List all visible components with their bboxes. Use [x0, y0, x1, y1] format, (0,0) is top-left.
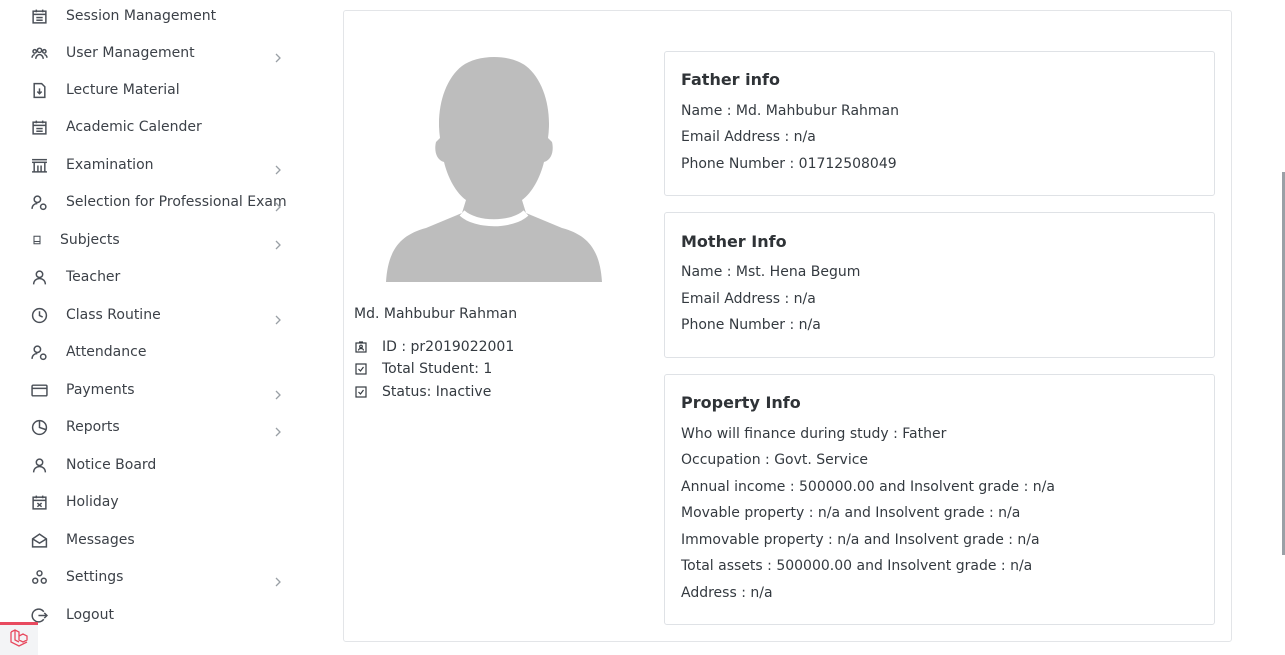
profile-status: Status: Inactive — [382, 384, 492, 400]
profile-total-student-row: Total Student: 1 — [354, 359, 492, 379]
sidebar-item-label: Settings — [66, 569, 124, 585]
sidebar-item-notice-board[interactable]: Notice Board — [0, 447, 310, 483]
mother-phone: Phone Number : n/a — [681, 317, 821, 333]
user-icon — [30, 456, 48, 474]
property-info-title: Property Info — [681, 393, 801, 412]
sidebar-item-label: Subjects — [60, 232, 120, 248]
sidebar: Session Management User Management Lectu… — [0, 0, 310, 655]
calendar-icon — [30, 118, 48, 136]
mother-email: Email Address : n/a — [681, 291, 816, 307]
property-line: Who will finance during study : Father — [681, 426, 947, 442]
father-info-box: Father info Name : Md. Mahbubur Rahman E… — [664, 51, 1215, 196]
id-card-icon — [354, 340, 368, 354]
sidebar-item-label: Payments — [66, 382, 135, 398]
chevron-right-icon — [274, 310, 282, 325]
property-line: Occupation : Govt. Service — [681, 452, 869, 468]
sidebar-item-subjects[interactable]: Subjects — [0, 222, 310, 258]
sidebar-item-examination[interactable]: Examination — [0, 147, 310, 183]
sidebar-item-settings[interactable]: Settings — [0, 559, 310, 595]
sidebar-item-selection-professional-exam[interactable]: Selection for Professional Exam — [0, 184, 310, 220]
property-line: Annual income : 500000.00 and Insolvent … — [681, 479, 1055, 495]
users-icon — [30, 44, 48, 62]
sidebar-item-label: Selection for Professional Exam — [66, 194, 287, 210]
cogs-icon — [30, 568, 48, 586]
credit-card-icon — [30, 381, 48, 399]
profile-name: Md. Mahbubur Rahman — [354, 306, 518, 322]
avatar-placeholder-icon — [386, 57, 602, 282]
sidebar-item-label: Teacher — [66, 269, 121, 285]
checkbox-icon — [354, 385, 368, 399]
sidebar-item-teacher[interactable]: Teacher — [0, 259, 310, 295]
sidebar-item-label: Session Management — [66, 8, 217, 24]
property-line: Immovable property : n/a and Insolvent g… — [681, 532, 1040, 548]
sidebar-item-label: User Management — [66, 45, 195, 61]
sidebar-item-holiday[interactable]: Holiday — [0, 484, 310, 520]
user-check-icon — [30, 343, 48, 361]
sidebar-item-label: Class Routine — [66, 307, 161, 323]
chevron-right-icon — [274, 48, 282, 63]
father-email: Email Address : n/a — [681, 129, 816, 145]
profile-status-row: Status: Inactive — [354, 382, 491, 402]
sidebar-item-payments[interactable]: Payments — [0, 372, 310, 408]
sidebar-item-label: Notice Board — [66, 457, 157, 473]
sidebar-item-label: Examination — [66, 157, 154, 173]
profile-id: ID : pr2019022001 — [382, 339, 515, 355]
checkbox-icon — [354, 362, 368, 376]
building-icon — [30, 156, 48, 174]
property-info-box: Property Info Who will finance during st… — [664, 374, 1215, 625]
mother-name: Name : Mst. Hena Begum — [681, 264, 861, 280]
father-name: Name : Md. Mahbubur Rahman — [681, 103, 900, 119]
chevron-right-icon — [274, 160, 282, 175]
sidebar-item-label: Reports — [66, 419, 120, 435]
sidebar-item-session-management[interactable]: Session Management — [0, 0, 310, 34]
chevron-right-icon — [274, 385, 282, 400]
user-check-icon — [30, 193, 48, 211]
laravel-logo-icon — [9, 628, 29, 652]
sidebar-item-reports[interactable]: Reports — [0, 409, 310, 445]
profile-id-row: ID : pr2019022001 — [354, 337, 514, 357]
calendar-icon — [30, 7, 48, 25]
envelope-icon — [30, 531, 48, 549]
document-icon — [30, 81, 48, 99]
user-icon — [30, 268, 48, 286]
profile-total-student: Total Student: 1 — [382, 361, 493, 377]
sidebar-item-academic-calender[interactable]: Academic Calender — [0, 109, 310, 145]
square-icon — [28, 231, 46, 249]
property-line: Total assets : 500000.00 and Insolvent g… — [681, 558, 1033, 574]
sidebar-item-class-routine[interactable]: Class Routine — [0, 297, 310, 333]
sidebar-item-label: Academic Calender — [66, 119, 202, 135]
property-line: Address : n/a — [681, 585, 773, 601]
mother-info-title: Mother Info — [681, 232, 787, 251]
sidebar-item-user-management[interactable]: User Management — [0, 35, 310, 71]
chevron-right-icon — [274, 235, 282, 250]
sidebar-item-label: Holiday — [66, 494, 119, 510]
sidebar-item-label: Logout — [66, 607, 114, 623]
sidebar-item-messages[interactable]: Messages — [0, 522, 310, 558]
calendar-x-icon — [30, 493, 48, 511]
sidebar-item-label: Attendance — [66, 344, 147, 360]
father-phone: Phone Number : 01712508049 — [681, 156, 897, 172]
sidebar-item-attendance[interactable]: Attendance — [0, 334, 310, 370]
father-info-title: Father info — [681, 70, 780, 89]
laravel-debugbar-button[interactable] — [0, 622, 38, 655]
clock-icon — [30, 306, 48, 324]
sidebar-item-logout[interactable]: Logout — [0, 597, 310, 633]
property-line: Movable property : n/a and Insolvent gra… — [681, 505, 1021, 521]
sidebar-item-label: Lecture Material — [66, 82, 180, 98]
chevron-right-icon — [274, 422, 282, 437]
pie-chart-icon — [30, 418, 48, 436]
chevron-right-icon — [274, 572, 282, 587]
chevron-right-icon — [274, 197, 282, 212]
sidebar-item-label: Messages — [66, 532, 135, 548]
sidebar-item-lecture-material[interactable]: Lecture Material — [0, 72, 310, 108]
mother-info-box: Mother Info Name : Mst. Hena Begum Email… — [664, 212, 1215, 358]
